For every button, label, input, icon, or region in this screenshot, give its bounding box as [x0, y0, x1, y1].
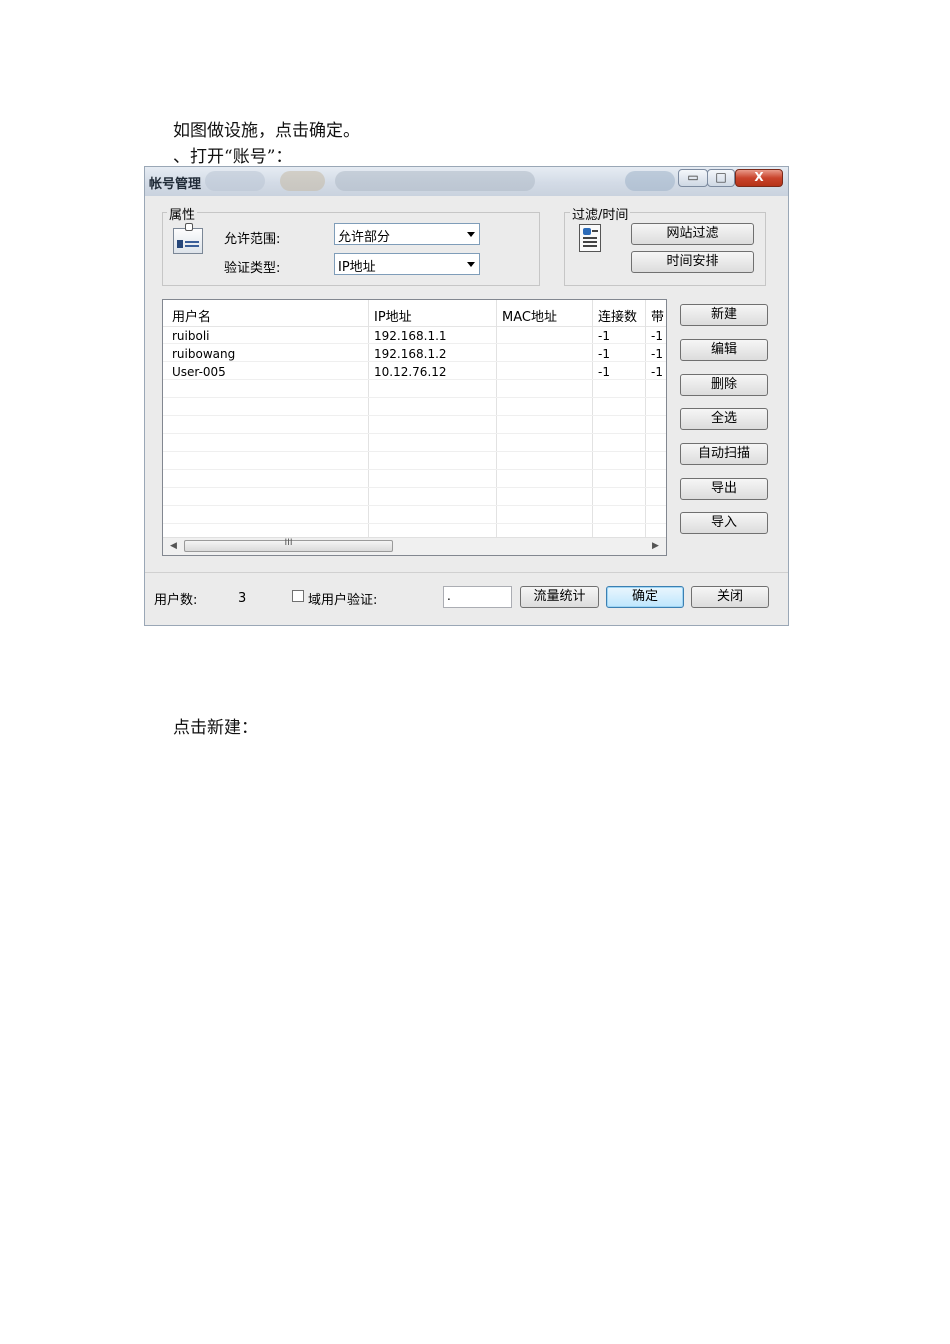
- col-connections[interactable]: 连接数: [598, 306, 637, 325]
- col-ip[interactable]: IP地址: [374, 306, 412, 325]
- properties-group-label: 属性: [167, 204, 198, 223]
- scroll-grip: III: [284, 538, 293, 548]
- column-divider: [496, 300, 497, 537]
- doc-instruction-3: 点击新建：: [173, 718, 258, 738]
- maximize-icon: □: [715, 170, 727, 184]
- import-button[interactable]: 导入: [680, 512, 768, 534]
- scope-select[interactable]: 允许部分: [334, 223, 480, 245]
- cell-username: ruibowang: [172, 347, 236, 361]
- id-card-icon: [173, 223, 203, 254]
- account-management-window: 帐号管理 ▭ □ X 属性 允许范围: 允许部分 验证类型: IP地址 过滤/时…: [144, 166, 789, 626]
- maximize-button[interactable]: □: [707, 169, 735, 187]
- account-list[interactable]: 用户名 IP地址 MAC地址 连接数 带 ruiboli 192.168.1.1…: [162, 299, 667, 556]
- col-bandwidth[interactable]: 带: [651, 306, 664, 325]
- export-button[interactable]: 导出: [680, 478, 768, 500]
- minimize-button[interactable]: ▭: [678, 169, 708, 187]
- row-divider: [163, 523, 666, 524]
- row-divider: [163, 451, 666, 452]
- scroll-thumb[interactable]: III: [184, 538, 393, 552]
- cell-connections: -1: [598, 347, 610, 361]
- chevron-down-icon: [467, 262, 475, 267]
- auth-type-select[interactable]: IP地址: [334, 253, 480, 275]
- row-divider: [163, 433, 666, 434]
- chevron-down-icon: [467, 232, 475, 237]
- row-divider: [163, 397, 666, 398]
- horizontal-scrollbar[interactable]: ◀ III ▶: [163, 537, 666, 555]
- traffic-stats-button[interactable]: 流量统计: [520, 586, 599, 608]
- row-divider: [163, 415, 666, 416]
- cell-username: ruiboli: [172, 329, 210, 343]
- website-filter-button[interactable]: 网站过滤: [631, 223, 754, 245]
- row-divider: [163, 469, 666, 470]
- scope-value: 允许部分: [338, 230, 391, 245]
- row-divider: [163, 487, 666, 488]
- auth-type-label: 验证类型:: [224, 261, 281, 276]
- blur-region: [205, 171, 265, 191]
- minimize-icon: ▭: [687, 170, 699, 184]
- edit-button[interactable]: 编辑: [680, 339, 768, 361]
- document-icon: [579, 224, 601, 252]
- auth-type-value: IP地址: [338, 260, 376, 275]
- row-divider: [163, 505, 666, 506]
- blur-region: [335, 171, 535, 191]
- scope-label: 允许范围:: [224, 232, 281, 247]
- doc-instruction-1: 如图做设施，点击确定。: [173, 121, 360, 141]
- user-count-value: 3: [238, 591, 247, 606]
- delete-button[interactable]: 删除: [680, 374, 768, 396]
- blur-region: [625, 171, 675, 191]
- column-divider: [592, 300, 593, 537]
- domain-field-value: .: [447, 589, 451, 603]
- close-button[interactable]: 关闭: [691, 586, 769, 608]
- col-username[interactable]: 用户名: [172, 306, 211, 325]
- scroll-left-icon[interactable]: ◀: [170, 541, 177, 551]
- close-icon: X: [754, 170, 764, 184]
- auto-scan-button[interactable]: 自动扫描: [680, 443, 768, 465]
- blur-region: [280, 171, 325, 191]
- cell-ip: 10.12.76.12: [374, 365, 447, 379]
- footer-divider: [145, 572, 788, 573]
- window-title: 帐号管理: [149, 177, 202, 192]
- domain-field[interactable]: .: [443, 586, 512, 608]
- column-divider: [368, 300, 369, 537]
- select-all-button[interactable]: 全选: [680, 408, 768, 430]
- list-header: 用户名 IP地址 MAC地址 连接数 带: [163, 300, 666, 327]
- schedule-button[interactable]: 时间安排: [631, 251, 754, 273]
- user-count-label: 用户数:: [154, 593, 198, 608]
- cell-bandwidth: -1: [651, 329, 663, 343]
- doc-instruction-2: 、打开“账号”：: [173, 147, 293, 167]
- new-button[interactable]: 新建: [680, 304, 768, 326]
- cell-ip: 192.168.1.1: [374, 329, 447, 343]
- cell-username: User-005: [172, 365, 226, 379]
- row-divider: [163, 379, 666, 380]
- domain-auth-checkbox[interactable]: [292, 590, 304, 602]
- cell-bandwidth: -1: [651, 365, 663, 379]
- cell-connections: -1: [598, 329, 610, 343]
- col-mac[interactable]: MAC地址: [502, 306, 557, 325]
- column-divider: [645, 300, 646, 537]
- filter-group-label: 过滤/时间: [570, 204, 631, 223]
- scroll-right-icon[interactable]: ▶: [652, 541, 659, 551]
- cell-ip: 192.168.1.2: [374, 347, 447, 361]
- domain-auth-label: 域用户验证:: [308, 593, 378, 608]
- cell-bandwidth: -1: [651, 347, 663, 361]
- ok-button[interactable]: 确定: [606, 586, 684, 608]
- row-divider: [163, 361, 666, 362]
- close-window-button[interactable]: X: [735, 169, 783, 187]
- title-bar: 帐号管理 ▭ □ X: [145, 167, 788, 196]
- row-divider: [163, 343, 666, 344]
- cell-connections: -1: [598, 365, 610, 379]
